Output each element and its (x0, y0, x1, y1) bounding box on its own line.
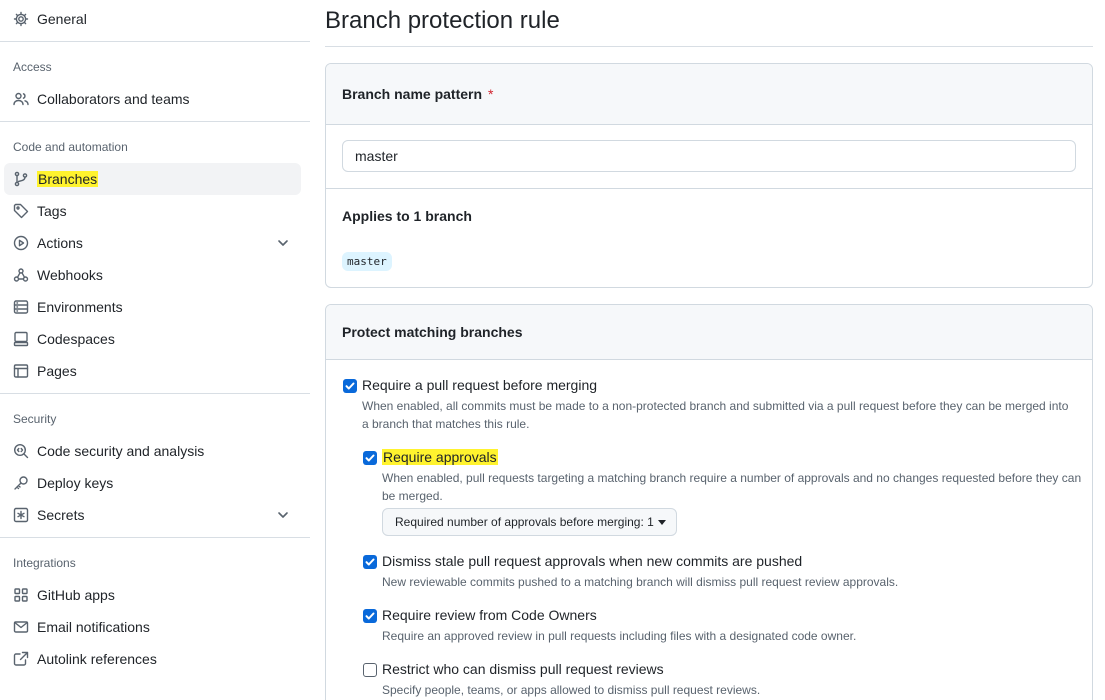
codescan-icon (13, 443, 29, 459)
key-icon (13, 475, 29, 491)
apps-icon (13, 587, 29, 603)
branch-tag: master (342, 252, 392, 271)
sidebar-item-label: Secrets (37, 507, 85, 523)
sidebar-item-label: Tags (37, 203, 67, 219)
browser-icon (13, 363, 29, 379)
branch-pattern-box: Branch name pattern * master Applies to … (325, 63, 1093, 288)
required-marker: * (488, 86, 494, 102)
sidebar-item-label: Actions (37, 235, 83, 251)
link-external-icon (13, 651, 29, 667)
option-label: Require review from Code Owners (382, 607, 597, 623)
sidebar-item-label: Pages (37, 363, 77, 379)
check-icon (365, 454, 375, 462)
option-description: When enabled, all commits must be made t… (362, 399, 1069, 431)
sidebar-item-code-security[interactable]: Code security and analysis (4, 435, 301, 467)
sidebar-group-integrations: Integrations (13, 556, 76, 570)
option-label: Dismiss stale pull request approvals whe… (382, 553, 803, 569)
asterisk-square-icon (13, 507, 29, 523)
sidebar-item-codespaces[interactable]: Codespaces (4, 323, 301, 355)
branch-pattern-input[interactable]: master (342, 140, 1076, 172)
sidebar-item-label: General (37, 11, 87, 27)
people-icon (13, 91, 29, 107)
require-approvals-checkbox[interactable] (363, 451, 377, 465)
tag-icon (13, 203, 29, 219)
sidebar-item-label: GitHub apps (37, 587, 115, 603)
protect-branches-box: Protect matching branches Require a pull… (325, 304, 1093, 700)
webhook-icon (13, 267, 29, 283)
page-title: Branch protection rule (325, 7, 560, 34)
branch-pattern-title: Branch name pattern (342, 86, 483, 102)
check-icon (365, 558, 375, 566)
sidebar-item-label: Email notifications (37, 619, 150, 635)
option-description: New reviewable commits pushed to a match… (382, 575, 899, 589)
dismiss-stale-approvals-checkbox[interactable] (363, 555, 377, 569)
restrict-dismissals-checkbox[interactable] (363, 663, 377, 677)
sidebar-item-label: Environments (37, 299, 123, 315)
sidebar-group-security: Security (13, 412, 57, 426)
require-pull-request-checkbox[interactable] (343, 379, 357, 393)
option-description: Specify people, teams, or apps allowed t… (382, 683, 761, 697)
select-label: Required number of approvals before merg… (395, 515, 654, 529)
settings-sidebar: General Access Collaborators and teams C… (0, 0, 310, 700)
gear-icon (13, 11, 29, 27)
protect-branches-header: Protect matching branches (326, 305, 1092, 360)
mail-icon (13, 619, 29, 635)
sidebar-item-actions[interactable]: Actions (4, 227, 301, 259)
highlighted-label: Require approvals (382, 449, 498, 465)
sidebar-item-tags[interactable]: Tags (4, 195, 301, 227)
sidebar-item-branches[interactable]: Branches (4, 163, 301, 195)
title-divider (325, 46, 1093, 47)
sidebar-item-general[interactable]: General (4, 3, 301, 35)
sidebar-divider (0, 121, 310, 122)
caret-down-icon (657, 519, 666, 525)
sidebar-item-environments[interactable]: Environments (4, 291, 301, 323)
chevron-down-icon[interactable] (275, 235, 291, 251)
sidebar-item-label: Codespaces (37, 331, 115, 347)
sidebar-item-label: Code security and analysis (37, 443, 205, 459)
sidebar-item-label: Branches (37, 171, 99, 187)
sidebar-group-access: Access (13, 60, 52, 74)
applies-to-text: Applies to 1 branch (342, 208, 472, 224)
play-icon (13, 235, 29, 251)
option-label: Require a pull request before merging (362, 377, 598, 393)
sidebar-item-label: Deploy keys (37, 475, 114, 491)
sidebar-divider (0, 537, 310, 538)
sidebar-item-label: Webhooks (37, 267, 103, 283)
chevron-down-icon[interactable] (275, 507, 291, 523)
sidebar-item-secrets[interactable]: Secrets (4, 499, 301, 531)
sidebar-divider (0, 41, 310, 42)
sidebar-item-webhooks[interactable]: Webhooks (4, 259, 301, 291)
option-label: Require approvals (382, 449, 498, 465)
sidebar-item-email-notifications[interactable]: Email notifications (4, 611, 301, 643)
option-description: Require an approved review in pull reque… (382, 629, 857, 643)
sidebar-item-label: Collaborators and teams (37, 91, 190, 107)
git-branch-icon (13, 171, 29, 187)
approvals-count-select[interactable]: Required number of approvals before merg… (382, 508, 677, 536)
sidebar-item-deploy-keys[interactable]: Deploy keys (4, 467, 301, 499)
sidebar-item-collaborators[interactable]: Collaborators and teams (4, 83, 301, 115)
sidebar-item-label: Autolink references (37, 651, 157, 667)
sidebar-item-github-apps[interactable]: GitHub apps (4, 579, 301, 611)
branch-pattern-header: Branch name pattern * (326, 64, 1092, 125)
codespaces-icon (13, 331, 29, 347)
server-icon (13, 299, 29, 315)
sidebar-item-autolink-references[interactable]: Autolink references (4, 643, 301, 675)
sidebar-divider (0, 393, 310, 394)
option-description: When enabled, pull requests targeting a … (382, 471, 1082, 503)
check-icon (345, 382, 355, 390)
check-icon (365, 612, 375, 620)
sidebar-group-code-automation: Code and automation (13, 140, 128, 154)
protect-branches-title: Protect matching branches (342, 324, 523, 340)
option-label: Restrict who can dismiss pull request re… (382, 661, 664, 677)
box-divider (326, 188, 1092, 189)
require-code-owners-checkbox[interactable] (363, 609, 377, 623)
sidebar-item-pages[interactable]: Pages (4, 355, 301, 387)
